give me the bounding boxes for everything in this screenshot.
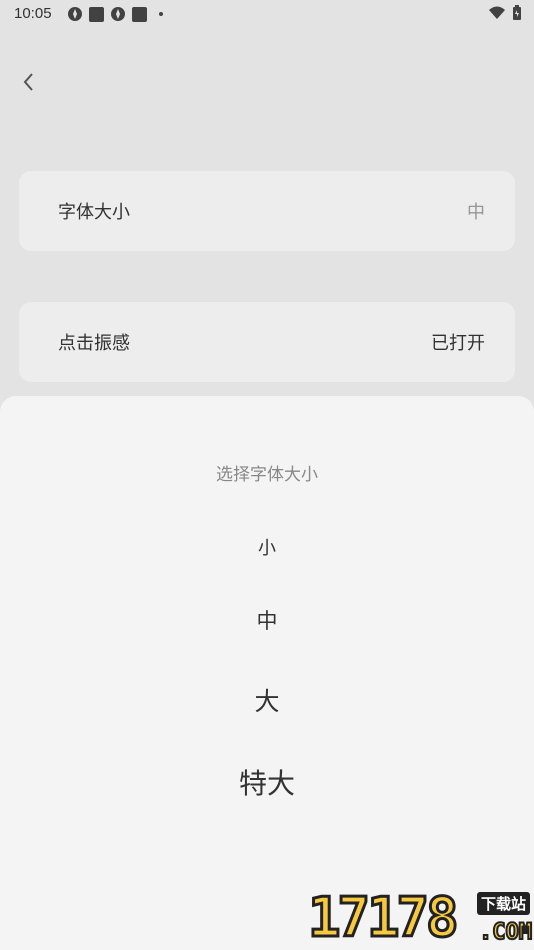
watermark-digits: 17178 [307,885,461,950]
option-large[interactable]: 大 [0,682,534,718]
watermark-logo: 17178 下载站 .COM [307,885,534,950]
option-small[interactable]: 小 [0,534,534,560]
sheet-title: 选择字体大小 [216,465,318,485]
watermark-suffix: .COM [478,919,533,946]
watermark-tag: 下载站 [476,892,530,915]
option-extra-large[interactable]: 特大 [0,762,534,802]
option-medium[interactable]: 中 [0,605,534,635]
